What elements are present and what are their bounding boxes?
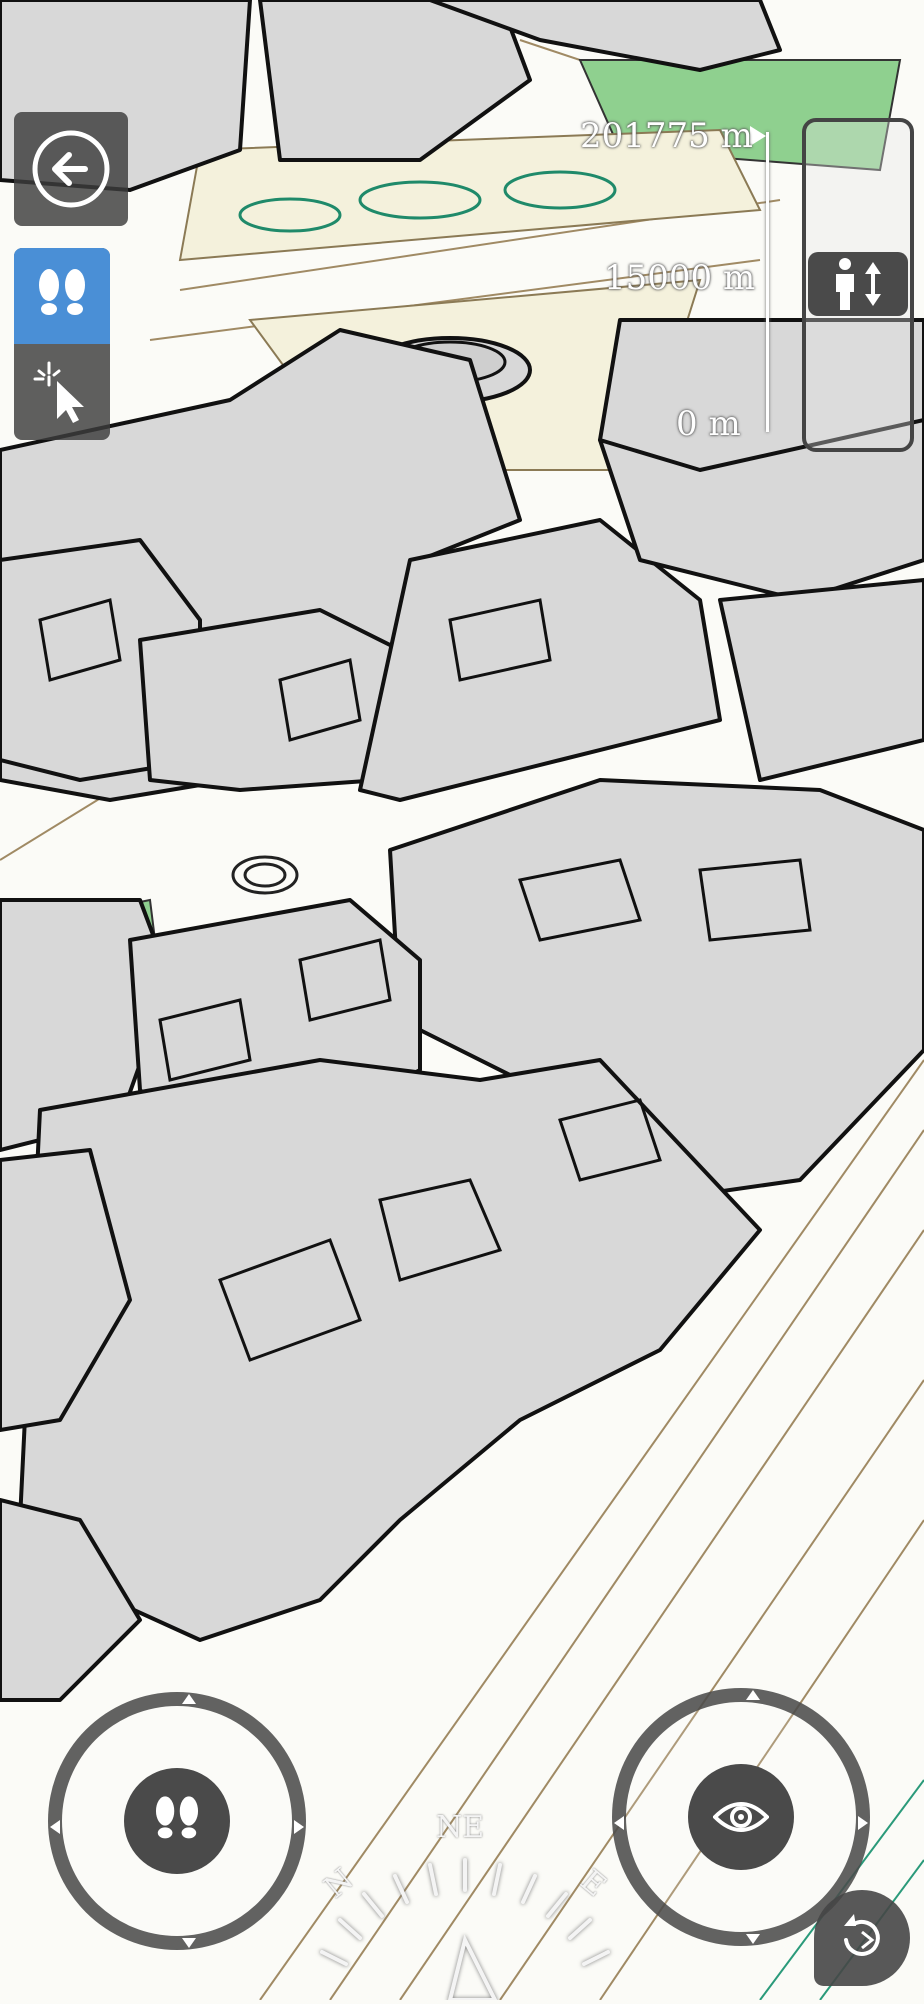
move-joystick-arrow-down — [182, 1938, 196, 1948]
select-mode-button[interactable] — [14, 344, 110, 440]
walk-mode-button[interactable] — [14, 248, 110, 344]
footsteps-icon — [155, 1796, 199, 1839]
look-joystick-arrow-down — [746, 1934, 760, 1944]
reset-view-button[interactable] — [814, 1890, 910, 1986]
rotate-reset-icon — [844, 1914, 880, 1956]
altimeter-track — [766, 132, 769, 432]
height-slider[interactable] — [802, 118, 914, 452]
look-joystick-knob[interactable] — [688, 1764, 794, 1870]
compass[interactable]: NE N E — [290, 1770, 640, 2002]
back-button-panel — [14, 112, 128, 226]
move-joystick-arrow-right — [294, 1820, 304, 1834]
move-joystick-knob[interactable] — [124, 1768, 230, 1874]
compass-ne-label: NE — [436, 1810, 485, 1845]
altimeter-mid-label: 15000 m — [604, 258, 756, 298]
pointer-sparkle-icon — [33, 361, 84, 423]
altimeter-scale: 201775 m 15000 m 0 m — [570, 112, 780, 444]
arrow-left-icon — [32, 130, 110, 208]
person-up-down-icon — [836, 258, 881, 310]
look-joystick-arrow-right — [858, 1816, 868, 1830]
move-joystick[interactable] — [48, 1692, 306, 1950]
altimeter-bottom-label: 0 m — [676, 404, 741, 444]
height-slider-thumb[interactable] — [808, 252, 908, 316]
move-joystick-arrow-left — [50, 1820, 60, 1834]
eye-icon — [713, 1802, 769, 1832]
footsteps-icon — [39, 269, 85, 315]
altimeter-top-label: 201775 m — [580, 116, 753, 156]
look-joystick-arrow-left — [614, 1816, 624, 1830]
back-button[interactable] — [14, 112, 128, 226]
mode-toolbar — [14, 248, 110, 440]
move-joystick-arrow-up — [182, 1694, 196, 1704]
look-joystick-arrow-up — [746, 1690, 760, 1700]
